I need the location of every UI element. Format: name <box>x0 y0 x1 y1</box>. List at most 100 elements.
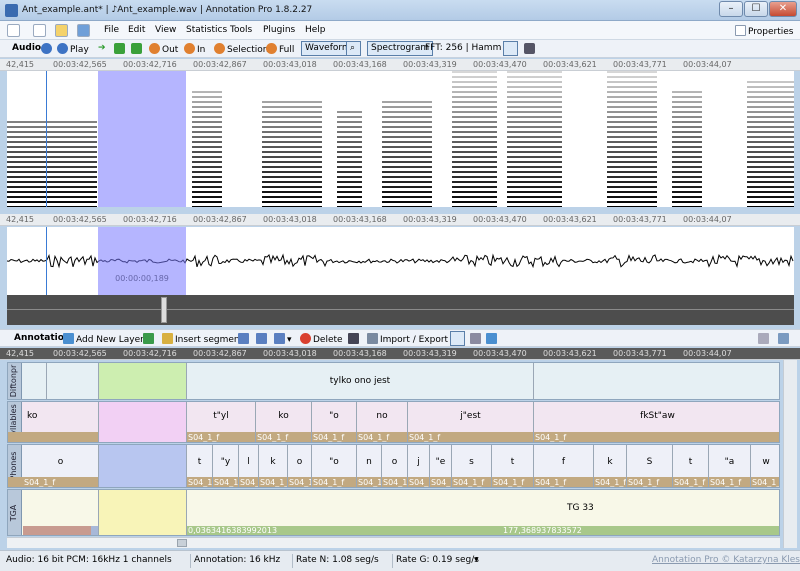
maximize-button[interactable]: ☐ <box>744 1 768 17</box>
segment-selected[interactable] <box>99 402 187 442</box>
playback-cursor[interactable] <box>46 71 47 207</box>
menu-edit[interactable]: Edit <box>128 25 145 35</box>
segment[interactable]: oS04_1_f <box>23 445 99 487</box>
loop-icon[interactable] <box>114 43 127 55</box>
segment[interactable]: kS04_1_f <box>259 445 288 487</box>
segment[interactable]: nS04_1_f <box>357 445 382 487</box>
segment-selected[interactable] <box>99 490 187 535</box>
spectrogram-view[interactable] <box>7 71 794 207</box>
delete-button[interactable]: Delete <box>300 333 343 345</box>
layer-phones[interactable]: Phones oS04_1_f tS04_1_f "yS04_1 lS04_1_… <box>7 444 780 488</box>
layer-tga[interactable]: TGA TG 33 0,0363416383992013 177,3689378… <box>7 489 780 536</box>
spectrogram-toggle[interactable]: Spectrogram <box>367 41 434 56</box>
segment[interactable] <box>534 363 779 399</box>
window-icon[interactable] <box>486 333 499 345</box>
layer-name-tga[interactable]: TGA <box>8 490 22 535</box>
forward-icon[interactable]: ➔ <box>98 43 106 53</box>
fft-dropdown[interactable]: FFT: 256 | Hamm ▾ <box>425 43 509 53</box>
import-export-dropdown[interactable]: Import / Export ▾ <box>367 333 455 345</box>
segment[interactable]: lS04_1_f <box>239 445 259 487</box>
segment[interactable]: oS04_1_f <box>288 445 312 487</box>
play-button[interactable]: Play <box>57 43 89 55</box>
save-icon[interactable] <box>77 24 90 37</box>
settings-icon[interactable] <box>503 41 518 56</box>
merge-icon[interactable] <box>256 333 269 345</box>
toolbox-icon[interactable] <box>348 333 361 345</box>
minimize-button[interactable]: – <box>719 1 743 17</box>
insert-segment-button[interactable]: Insert segment <box>162 333 243 345</box>
menu-plugins[interactable]: Plugins <box>263 25 295 35</box>
menu-view[interactable]: View <box>155 25 176 35</box>
zoom-full-button[interactable]: Full <box>266 43 294 55</box>
open-folder-icon[interactable] <box>55 24 68 37</box>
layer-syllables[interactable]: Syllables ko t"yl S04_1_f ko S04_1_f "o S04… <box>7 401 780 443</box>
status-options-icon[interactable]: ▾ <box>474 555 479 565</box>
attach-icon[interactable] <box>470 333 483 345</box>
split-icon[interactable] <box>238 333 251 345</box>
segment[interactable]: tS04_1_f <box>187 445 213 487</box>
menu-help[interactable]: Help <box>305 25 326 35</box>
panel-icon[interactable] <box>778 333 791 345</box>
vertical-scrollbar[interactable] <box>783 360 797 548</box>
layer-name-diftonpr[interactable]: Diftonpr <box>8 363 22 399</box>
tools-icon[interactable] <box>758 333 771 345</box>
waveform-view[interactable]: 00:00:00,189 <box>7 227 794 295</box>
menu-file[interactable]: File <box>104 25 119 35</box>
segment[interactable]: no S04_1_f <box>357 402 408 442</box>
segment[interactable]: tylko ono jest <box>187 363 534 399</box>
boundary-dropdown-icon[interactable]: ▾ <box>274 333 292 345</box>
zoom-selection-button[interactable]: Selection <box>214 43 268 55</box>
segment[interactable]: oS04_1_f <box>382 445 408 487</box>
repeat-icon[interactable] <box>131 43 144 55</box>
add-layer-button[interactable]: Add New Layer <box>63 333 144 345</box>
horizontal-scrollbar[interactable] <box>7 537 780 548</box>
layer-diftonpr[interactable]: Diftonpr tylko ono jest <box>7 362 780 400</box>
waveform-selection[interactable] <box>98 227 186 295</box>
record-button[interactable] <box>41 43 54 55</box>
segment[interactable]: S S04_1_f <box>627 445 673 487</box>
segment[interactable] <box>23 490 99 535</box>
segment[interactable]: tS04_1_f <box>492 445 534 487</box>
segment[interactable]: j"est S04_1_f <box>408 402 534 442</box>
segment[interactable]: wS04_1_f <box>751 445 779 487</box>
segment[interactable]: ko S04_1_f <box>256 402 312 442</box>
segment[interactable]: f S04_1_f <box>534 445 594 487</box>
menu-statistics[interactable]: Statistics <box>186 25 227 35</box>
segment[interactable]: jS04_1 <box>408 445 430 487</box>
playback-cursor[interactable] <box>46 227 47 295</box>
ruler-tick: 00:03:42,716 <box>123 349 177 358</box>
segment[interactable]: t"yl S04_1_f <box>187 402 256 442</box>
zoom-in-button[interactable]: In <box>184 43 205 55</box>
segment[interactable]: "a S04_1_f <box>709 445 751 487</box>
spectrogram-selection[interactable] <box>98 71 186 207</box>
segment[interactable]: s S04_1_f <box>452 445 492 487</box>
new-file-icon[interactable] <box>33 24 46 37</box>
overview-strip[interactable] <box>7 295 794 325</box>
segment[interactable]: "o S04_1_f <box>312 445 357 487</box>
segment-selected[interactable] <box>99 363 187 399</box>
segment[interactable] <box>23 363 47 399</box>
scroll-thumb[interactable] <box>177 539 187 547</box>
segment[interactable]: ko <box>23 402 99 442</box>
segment[interactable]: fkSt"aw S04_1_f <box>534 402 779 442</box>
segment[interactable]: kS04_1_f <box>594 445 627 487</box>
overview-handle[interactable] <box>161 297 167 323</box>
segment[interactable]: tS04_1_f <box>673 445 709 487</box>
zoom-out-button[interactable]: Out <box>149 43 178 55</box>
time-ruler-annotation: 42,415 00:03:42,565 00:03:42,716 00:03:4… <box>0 348 800 360</box>
status-credit[interactable]: Annotation Pro © Katarzyna Klessa <box>652 555 800 565</box>
segment-selected[interactable] <box>99 445 187 487</box>
segment[interactable]: "eS04_1_f <box>430 445 452 487</box>
segment[interactable]: "o S04_1_f <box>312 402 357 442</box>
menu-tools[interactable]: Tools <box>230 25 252 35</box>
layout-icon[interactable] <box>450 331 465 346</box>
properties-button[interactable]: Properties <box>735 25 793 37</box>
camera-icon[interactable] <box>524 43 537 55</box>
close-button[interactable]: ✕ <box>769 1 797 17</box>
segment[interactable]: "y S04_1 <box>213 445 239 487</box>
waveform-zoom-icon[interactable]: ⌕ <box>346 41 361 56</box>
segment[interactable]: TG 33 0,0363416383992013 177,36893783357… <box>187 490 779 535</box>
segment[interactable] <box>47 363 99 399</box>
layer-color-icon[interactable] <box>143 333 156 345</box>
app-menu-icon[interactable] <box>7 24 20 37</box>
